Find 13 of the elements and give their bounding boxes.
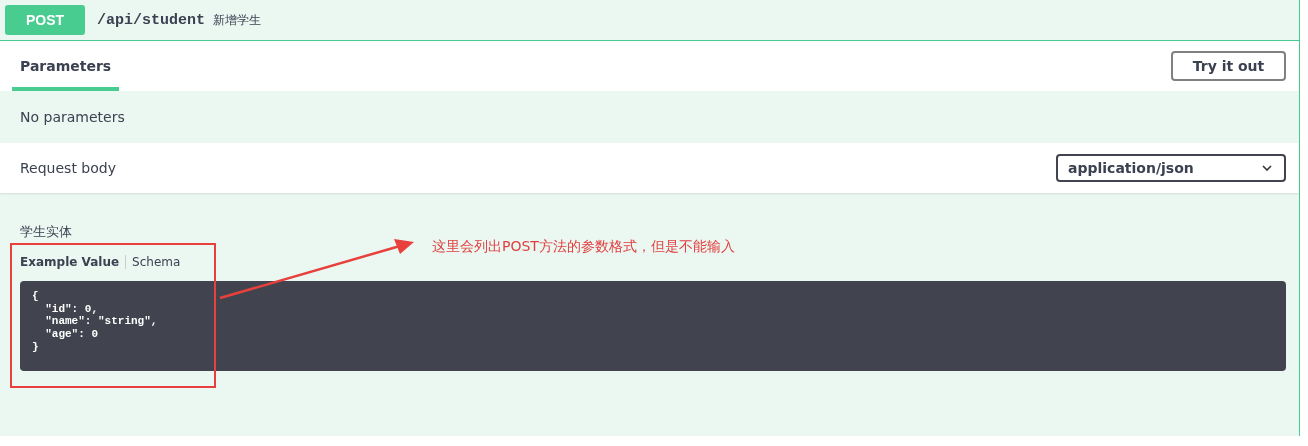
example-code-block: { "id": 0, "name": "string", "age": 0 } — [20, 281, 1286, 371]
example-tab[interactable]: Example Value — [20, 255, 120, 269]
method-badge: POST — [5, 5, 85, 35]
no-parameters-text: No parameters — [20, 109, 125, 125]
request-body-label: Request body — [20, 160, 116, 176]
chevron-down-icon — [1262, 165, 1272, 171]
annotation-text: 这里会列出POST方法的参数格式，但是不能输入 — [432, 238, 735, 256]
endpoint-summary: 新增学生 — [213, 11, 262, 29]
example-tab[interactable]: Schema — [132, 255, 181, 269]
try-it-out-button[interactable]: Try it out — [1171, 51, 1286, 81]
endpoint-path: /api/student — [97, 11, 206, 29]
body-description: 学生实体 — [20, 223, 73, 241]
content-type-select[interactable]: application/json — [1056, 154, 1286, 182]
